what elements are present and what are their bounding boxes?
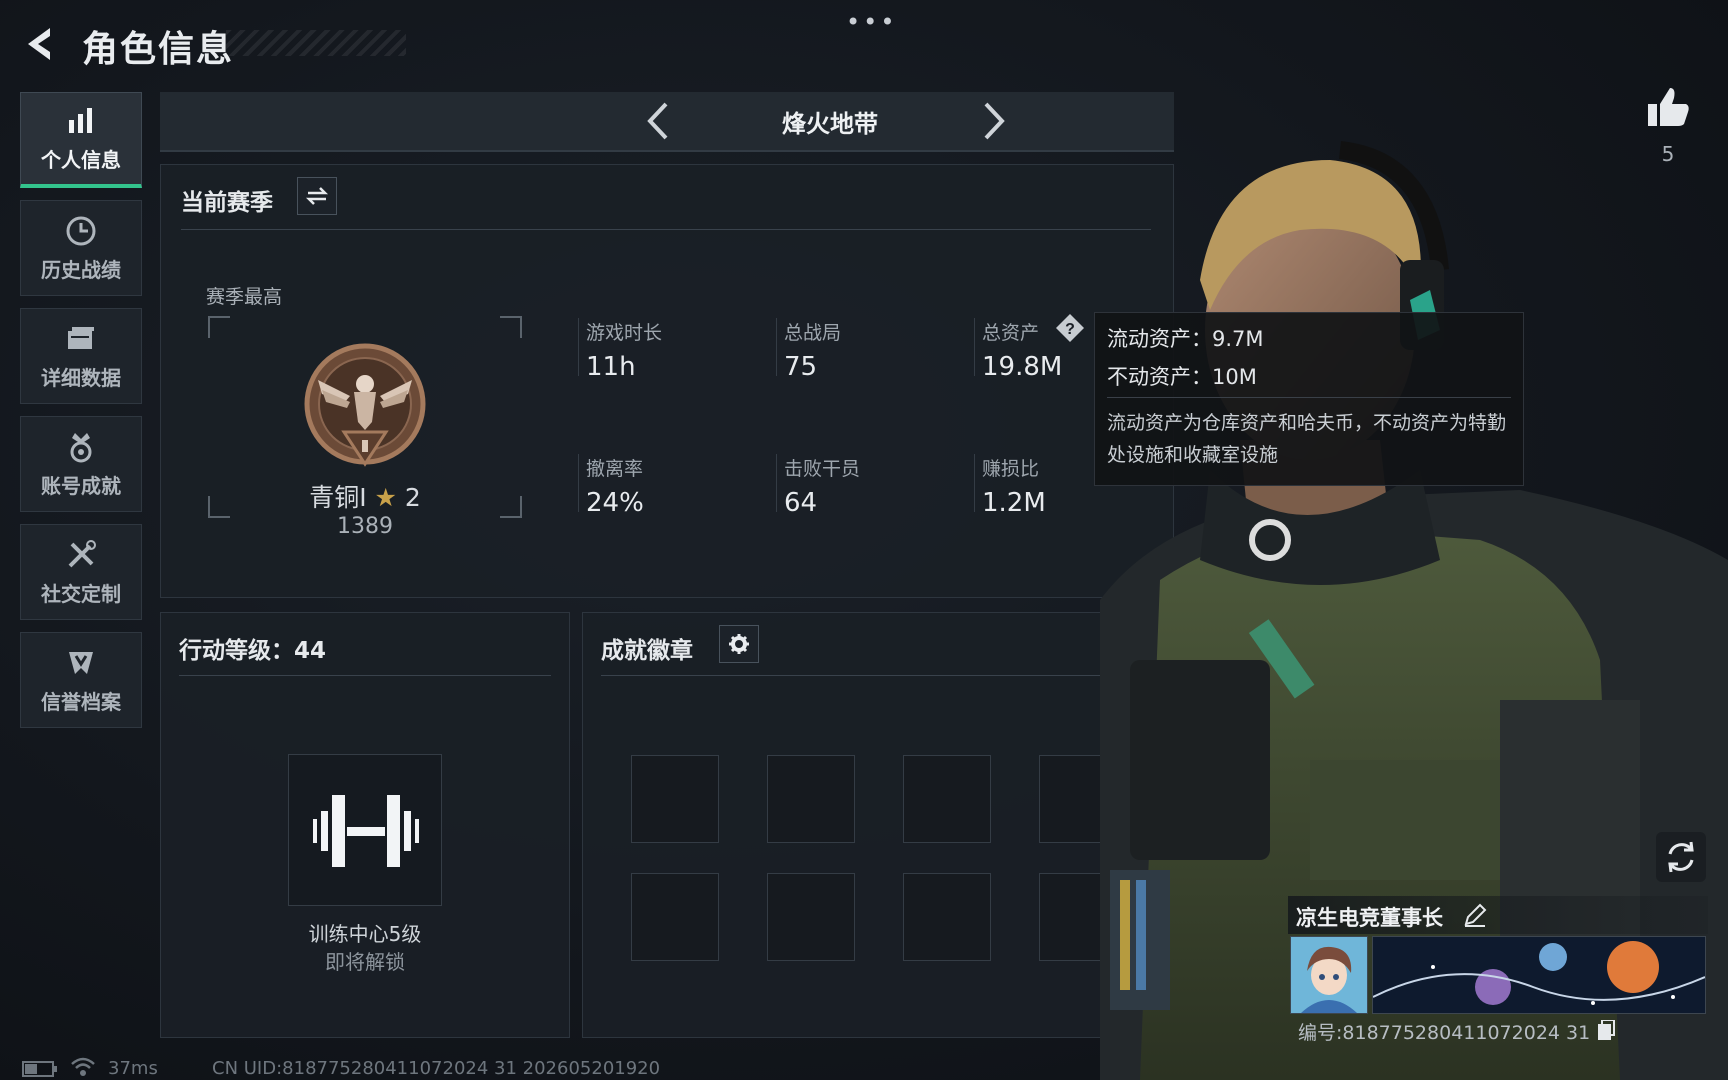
nav-label: 社交定制 — [41, 581, 121, 606]
banner-image — [1373, 937, 1705, 1013]
divider — [181, 229, 1151, 230]
stat-label-assets: 总资产 — [982, 322, 1040, 344]
stat-divider — [578, 454, 579, 512]
nav-label: 个人信息 — [41, 148, 121, 172]
svg-text:?: ? — [1065, 321, 1075, 338]
star-icon: ★ — [374, 483, 397, 512]
bronze-rank-medal-icon — [304, 343, 426, 467]
tooltip-divider — [1107, 397, 1511, 398]
bar-chart-icon — [69, 108, 92, 133]
stat-value-profit-ratio: 1.2M — [982, 488, 1046, 518]
more-options-icon[interactable]: ••• — [846, 8, 897, 36]
frame-corner — [208, 496, 230, 518]
nav-item-credit-profile[interactable]: 信誉档案 — [20, 632, 142, 728]
chevron-right-icon[interactable] — [972, 100, 1014, 142]
shield-icon — [69, 651, 93, 674]
stat-label-matches: 总战局 — [784, 322, 842, 344]
nav-item-detailed-data[interactable]: 详细数据 — [20, 308, 142, 404]
achievement-badges-panel: 成就徽章 — [582, 612, 1174, 1038]
rank-name-row: 青铜I ★ 2 — [270, 478, 460, 514]
nav-label: 历史战绩 — [41, 257, 121, 282]
stat-divider — [974, 318, 975, 376]
stat-divider — [578, 318, 579, 376]
rank-stars: 2 — [404, 483, 421, 512]
season-best-label: 赛季最高 — [206, 286, 283, 308]
thumbs-up-icon[interactable] — [1644, 84, 1692, 132]
ping-readout: 37ms — [108, 1058, 158, 1079]
frame-corner — [500, 316, 522, 338]
stat-value-assets: 19.8M — [982, 352, 1063, 382]
switch-season-button[interactable] — [297, 177, 337, 215]
profile-banner[interactable] — [1372, 936, 1706, 1014]
tools-icon — [68, 539, 96, 567]
edit-pencil-icon[interactable] — [1462, 902, 1488, 928]
stat-divider — [776, 454, 777, 512]
nav-item-history[interactable]: 历史战绩 — [20, 200, 142, 296]
like-count: 5 — [1661, 142, 1675, 166]
badge-slot[interactable] — [631, 873, 719, 961]
stat-value-matches: 75 — [784, 352, 818, 382]
battery-icon — [22, 1061, 57, 1077]
badge-settings-button[interactable] — [719, 625, 759, 663]
season-heading: 当前赛季 — [181, 190, 273, 216]
copy-icon[interactable] — [1596, 1020, 1616, 1042]
nav-item-personal-info[interactable]: 个人信息 — [20, 92, 142, 188]
page-title: 角色信息 — [82, 29, 235, 70]
mode-title: 烽火地带 — [782, 110, 878, 138]
refresh-icon — [1656, 832, 1706, 882]
stat-value-kills: 64 — [784, 488, 818, 518]
wifi-icon — [71, 1057, 95, 1076]
stat-value-extraction-rate: 24% — [586, 488, 644, 518]
training-center-lock[interactable] — [288, 754, 442, 906]
frame-corner — [208, 316, 230, 338]
avatar[interactable] — [1290, 936, 1368, 1014]
badge-slot[interactable] — [903, 755, 991, 843]
unlock-title: 训练中心5级 — [308, 922, 422, 946]
divider — [601, 675, 1157, 676]
player-name: 凉生电竞董事长 — [1296, 906, 1443, 930]
chevron-left-icon[interactable] — [638, 100, 680, 142]
avatar-image — [1291, 937, 1367, 1013]
stat-divider — [974, 454, 975, 512]
frame-corner — [500, 496, 522, 518]
folder-icon — [68, 326, 94, 349]
help-icon[interactable]: ? — [1054, 312, 1086, 344]
badge-slot[interactable] — [767, 873, 855, 961]
liquid-assets: 流动资产：9.7M — [1107, 327, 1264, 351]
unlock-subtitle: 即将解锁 — [325, 950, 405, 974]
stat-value-playtime: 11h — [586, 352, 636, 382]
fixed-assets: 不动资产：10M — [1107, 365, 1257, 389]
uid-readout: CN UID:818775280411072024 31 20260520192… — [212, 1058, 661, 1079]
mode-selector: 烽火地带 — [160, 92, 1174, 152]
nav-label: 账号成就 — [41, 473, 121, 498]
assets-description: 流动资产为仓库资产和哈夫币，不动资产为特勤处设施和收藏室设施 — [1107, 412, 1507, 466]
clock-icon — [66, 216, 96, 245]
stat-label-kills: 击败干员 — [784, 458, 861, 480]
assets-tooltip: 流动资产：9.7M 不动资产：10M 流动资产为仓库资产和哈夫币，不动资产为特勤… — [1094, 312, 1524, 486]
rank-name: 青铜I — [309, 483, 367, 512]
badges-heading: 成就徽章 — [601, 638, 693, 664]
divider — [179, 675, 551, 676]
badge-slot[interactable] — [631, 755, 719, 843]
badge-slot[interactable] — [767, 755, 855, 843]
player-id: 编号:818775280411072024 31 — [1298, 1022, 1591, 1044]
stat-label-profit-ratio: 赚损比 — [982, 458, 1040, 480]
nav-label: 详细数据 — [41, 365, 121, 390]
swap-icon — [305, 187, 329, 205]
nav-label: 信誉档案 — [41, 689, 121, 714]
title-decoration — [226, 30, 406, 56]
stat-divider — [776, 318, 777, 376]
badge-slot[interactable] — [903, 873, 991, 961]
rotate-model-button[interactable] — [1656, 832, 1706, 882]
gear-icon — [729, 634, 749, 654]
medal-icon — [70, 432, 92, 462]
back-arrow-icon[interactable] — [18, 22, 62, 66]
action-level-heading: 行动等级：44 — [179, 638, 327, 664]
stat-label-playtime: 游戏时长 — [586, 322, 663, 344]
stat-label-extraction-rate: 撤离率 — [586, 458, 644, 480]
nav-item-social-custom[interactable]: 社交定制 — [20, 524, 142, 620]
rank-score: 1389 — [337, 514, 393, 539]
nav-item-achievements[interactable]: 账号成就 — [20, 416, 142, 512]
dumbbell-icon — [313, 795, 419, 867]
